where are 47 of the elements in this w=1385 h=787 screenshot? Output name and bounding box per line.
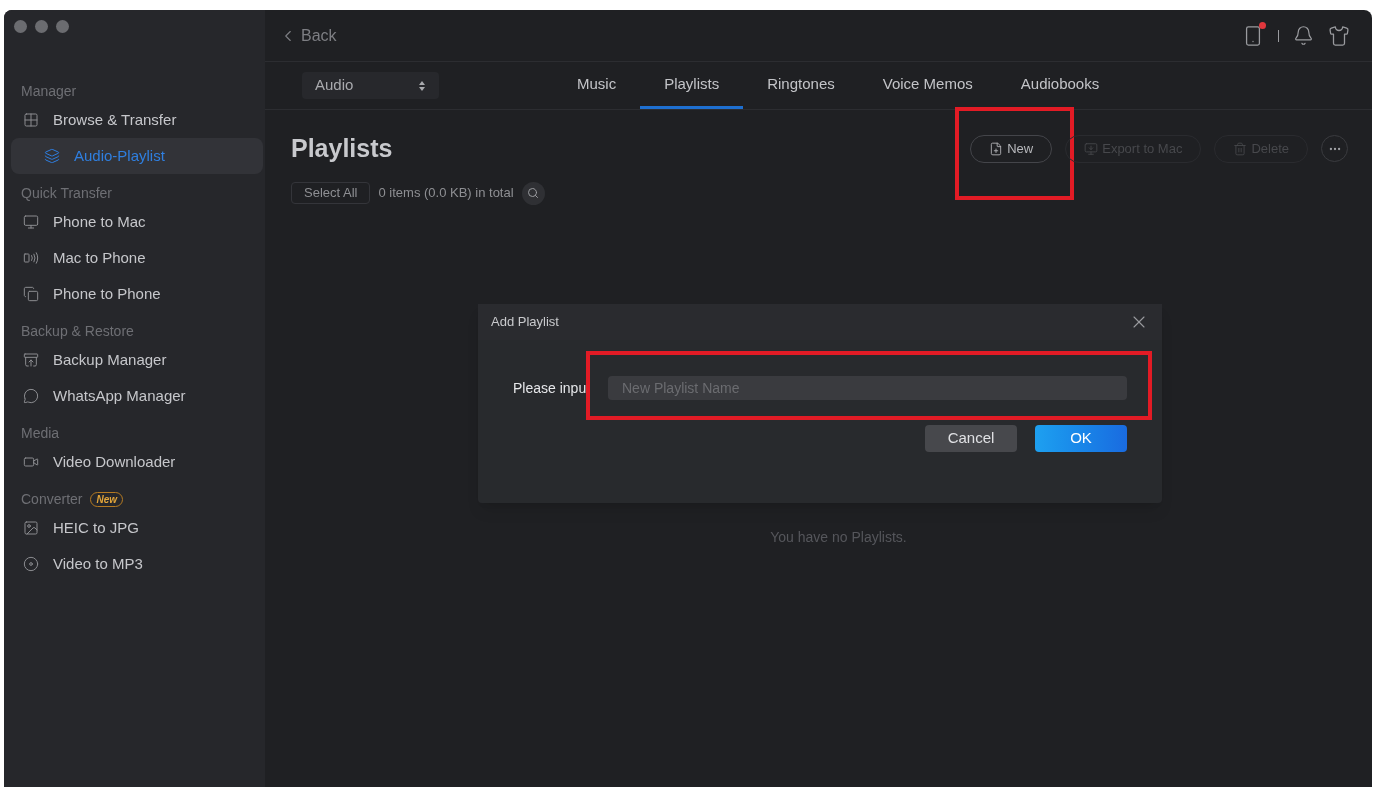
sidebar-item[interactable]: Video Downloader xyxy=(11,444,263,480)
sidebar-item[interactable]: Phone to Phone xyxy=(11,276,263,312)
page-title: Playlists xyxy=(291,133,393,164)
field-label: Please inpu xyxy=(513,378,588,398)
select-all-button[interactable]: Select All xyxy=(291,182,371,204)
image-icon xyxy=(23,520,39,536)
video-camera-icon xyxy=(23,454,39,470)
grid-icon xyxy=(23,112,39,128)
tab[interactable]: Playlists xyxy=(640,62,744,109)
phone-icon xyxy=(23,250,39,266)
disc-icon xyxy=(23,556,39,572)
monitor-download-icon xyxy=(1084,141,1099,156)
sidebar-item[interactable]: Phone to Mac xyxy=(11,204,263,240)
trash-icon xyxy=(1233,141,1248,156)
copy-icon xyxy=(23,286,39,302)
updown-icon xyxy=(418,79,426,92)
ok-button[interactable]: OK xyxy=(1035,425,1127,452)
sidebar-item[interactable]: HEIC to JPG xyxy=(11,510,263,546)
bell-icon[interactable] xyxy=(1293,25,1314,46)
monitor-icon xyxy=(23,214,39,230)
sidebar-item[interactable]: Backup Manager xyxy=(11,342,263,378)
section-heading: Media xyxy=(21,423,60,443)
section-heading: Backup & Restore xyxy=(21,321,134,341)
empty-message: You have no Playlists. xyxy=(770,527,907,547)
cancel-button[interactable]: Cancel xyxy=(925,425,1017,452)
search-button[interactable] xyxy=(521,181,545,205)
tab[interactable]: Voice Memos xyxy=(858,62,997,109)
category-select[interactable]: Audio xyxy=(302,72,439,99)
sidebar-item[interactable]: Mac to Phone xyxy=(11,240,263,276)
section-heading: Quick Transfer xyxy=(21,183,113,203)
dialog-title: Add Playlist xyxy=(491,313,559,332)
tab[interactable]: Ringtones xyxy=(743,62,859,109)
sidebar-item[interactable]: Browse & Transfer xyxy=(11,102,263,138)
search-icon xyxy=(527,187,540,199)
section-heading: Converter xyxy=(21,489,83,509)
archive-icon xyxy=(23,352,39,368)
item-summary: 0 items (0.0 KB) in total xyxy=(378,184,514,203)
chat-bubble-icon xyxy=(23,388,39,404)
back-button[interactable]: Back xyxy=(279,23,337,48)
sidebar-item[interactable]: WhatsApp Manager xyxy=(11,378,263,414)
sidebar-item[interactable]: Video to MP3 xyxy=(11,546,263,582)
tab[interactable]: Audiobooks xyxy=(996,62,1124,109)
file-plus-icon xyxy=(989,141,1004,156)
shirt-icon[interactable] xyxy=(1328,24,1350,47)
section-heading: Manager xyxy=(21,81,77,101)
stack-icon xyxy=(44,148,60,164)
tab[interactable]: Music xyxy=(553,62,641,109)
